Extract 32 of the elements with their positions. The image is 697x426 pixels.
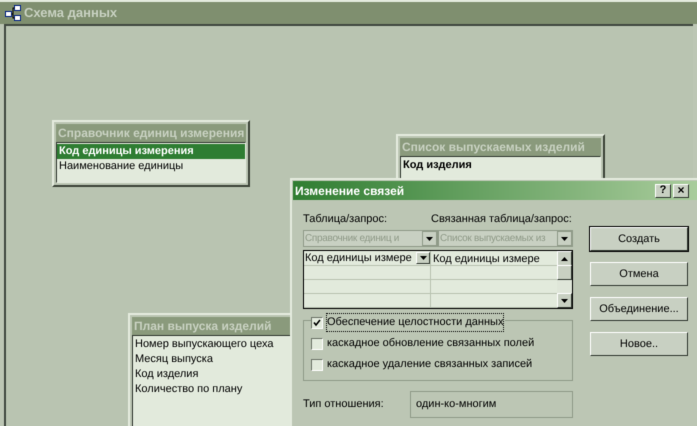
option-label: Обеспечение целостности данных [327,314,504,331]
dialog-button[interactable]: Новое.. [590,332,688,356]
dialog-title: Изменение связей [295,182,406,200]
down-arrow-icon [561,236,568,240]
relationship-type-value: один-ко-многим [410,391,573,418]
down-arrow-icon [561,298,568,302]
checkbox[interactable] [311,358,323,370]
down-arrow-icon [420,256,426,260]
close-button[interactable]: × [673,184,689,198]
grid-cell[interactable]: Код единицы измере [304,251,431,264]
field-item[interactable]: Наименование единицы [57,159,245,174]
dialog-button[interactable]: Отмена [590,262,688,286]
checkbox[interactable] [311,316,323,328]
option-label: каскадное обновление связанных полей [327,336,534,352]
grid-cell[interactable]: Код единицы измере [431,251,557,264]
relationships-icon [5,5,21,21]
window-title: Схема данных [24,4,118,22]
help-button[interactable]: ? [655,184,671,198]
checkbox[interactable] [311,338,323,350]
table-title: Справочник единиц измерения [56,124,246,142]
dialog-button[interactable]: Создать [590,227,688,251]
table-label: Таблица/запрос: [303,212,388,227]
option-label: каскадное удаление связанных записей [327,357,532,372]
dialog-button[interactable]: Объединение... [590,297,688,321]
field-item[interactable]: Код единицы измерения [57,144,245,159]
table-title: Список выпускаемых изделий [400,138,601,156]
down-arrow-icon [426,236,433,240]
check-icon [313,318,321,326]
scrollbar[interactable] [557,251,572,308]
related-table-label: Связанная таблица/запрос: [431,212,572,227]
up-arrow-icon [561,256,568,260]
relationship-type-label: Тип отношения: [303,397,385,412]
